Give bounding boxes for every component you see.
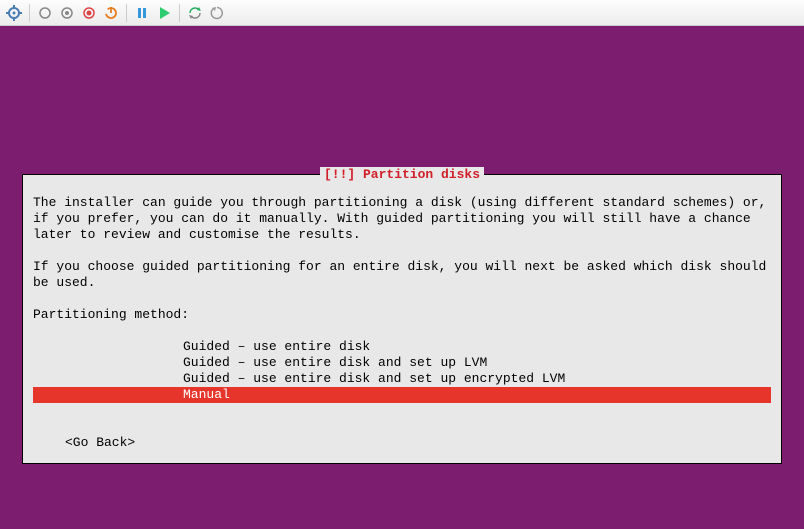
option-guided-encrypted-lvm[interactable]: Guided – use entire disk and set up encr… xyxy=(33,371,771,387)
options-list: Guided – use entire disk Guided – use en… xyxy=(33,339,771,403)
play-icon[interactable] xyxy=(154,3,174,23)
pause-icon[interactable] xyxy=(132,3,152,23)
dialog-paragraph-2: If you choose guided partitioning for an… xyxy=(33,259,771,291)
toolbar-separator xyxy=(179,4,180,22)
record-icon[interactable] xyxy=(79,3,99,23)
power-icon[interactable] xyxy=(101,3,121,23)
dialog-body: The installer can guide you through part… xyxy=(23,191,781,463)
sync-icon[interactable] xyxy=(185,3,205,23)
dialog-title-row: [!!] Partition disks xyxy=(23,175,781,191)
option-guided-lvm[interactable]: Guided – use entire disk and set up LVM xyxy=(33,355,771,371)
option-guided-entire[interactable]: Guided – use entire disk xyxy=(33,339,771,355)
option-manual[interactable]: Manual xyxy=(33,387,771,403)
method-label: Partitioning method: xyxy=(33,307,771,323)
vm-display: [!!] Partition disks The installer can g… xyxy=(0,26,804,529)
vm-toolbar xyxy=(0,0,804,26)
toolbar-separator xyxy=(29,4,30,22)
snapshot-ring-icon[interactable] xyxy=(35,3,55,23)
dialog-title: [!!] Partition disks xyxy=(320,167,484,183)
toolbar-separator xyxy=(126,4,127,22)
go-back-button[interactable]: <Go Back> xyxy=(33,435,771,451)
snapshot-dot-icon[interactable] xyxy=(57,3,77,23)
partition-dialog: [!!] Partition disks The installer can g… xyxy=(22,174,782,464)
dialog-paragraph-1: The installer can guide you through part… xyxy=(33,195,771,243)
restart-icon[interactable] xyxy=(207,3,227,23)
settings-icon[interactable] xyxy=(4,3,24,23)
